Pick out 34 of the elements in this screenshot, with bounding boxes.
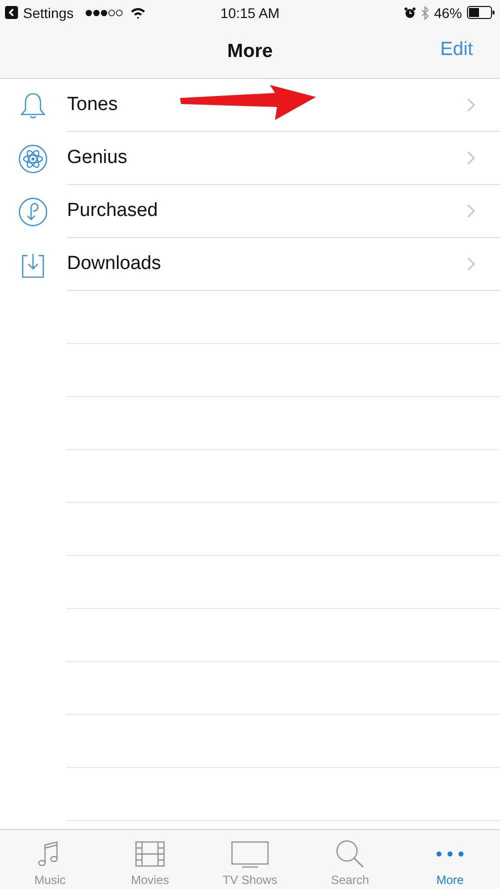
chevron-icon xyxy=(467,204,475,218)
battery-icon xyxy=(467,6,495,19)
tab-item[interactable]: Search xyxy=(300,830,400,889)
chevron-icon xyxy=(467,98,475,112)
item-label: Tones xyxy=(67,94,118,116)
bluetooth-icon xyxy=(420,6,429,20)
battery-percent: 46% xyxy=(434,4,462,20)
film-icon xyxy=(135,839,165,869)
arrow-circle-icon xyxy=(18,196,48,226)
tab-item[interactable]: TV Shows xyxy=(200,830,300,889)
signal-icon xyxy=(84,8,125,16)
atom-icon xyxy=(18,144,48,174)
list-item[interactable]: Purchased xyxy=(0,185,500,238)
alarm-icon xyxy=(404,6,416,18)
tab-item[interactable]: Music xyxy=(0,830,100,889)
item-label: Downloads xyxy=(67,253,161,275)
wifi-icon xyxy=(130,6,146,18)
tab-item[interactable]: Movies xyxy=(100,830,200,889)
search-icon xyxy=(335,839,365,869)
item-label: Purchased xyxy=(67,200,158,222)
status-time: 10:15 AM xyxy=(220,4,280,20)
bell-icon xyxy=(18,90,48,120)
back-label[interactable]: Settings xyxy=(23,4,74,20)
edit-button[interactable]: Edit xyxy=(438,37,475,63)
list-item[interactable]: Downloads xyxy=(0,238,500,291)
list-item[interactable]: Genius xyxy=(0,132,500,185)
nav-title: More xyxy=(227,40,273,62)
chevron-icon xyxy=(467,151,475,165)
more-icon xyxy=(435,851,465,857)
tab-item[interactable]: More xyxy=(400,830,500,889)
back-icon[interactable] xyxy=(5,6,18,19)
chevron-icon xyxy=(467,257,475,271)
item-label: Genius xyxy=(67,147,128,169)
tv-icon xyxy=(231,839,269,869)
